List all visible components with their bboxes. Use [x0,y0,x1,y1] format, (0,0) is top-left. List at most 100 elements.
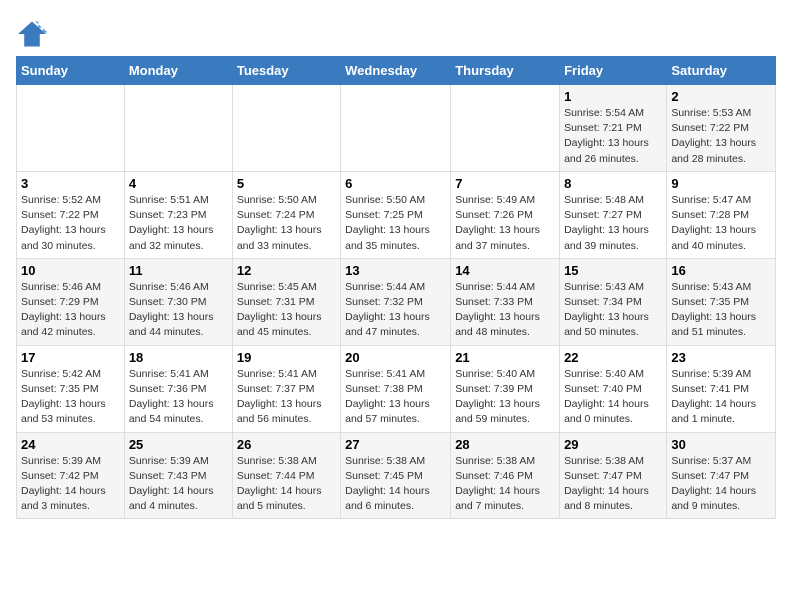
day-number: 24 [21,437,120,452]
calendar-cell: 22 Sunrise: 5:40 AM Sunset: 7:40 PM Dayli… [560,345,667,432]
calendar-week-4: 24Sunrise: 5:39 AM Sunset: 7:42 PM Dayli… [17,432,776,519]
day-info: Sunrise: 5:48 AM Sunset: 7:27 PM Dayligh… [564,193,662,254]
calendar-cell: 4 Sunrise: 5:51 AM Sunset: 7:23 PM Daylig… [124,171,232,258]
day-info: Sunrise: 5:52 AM Sunset: 7:22 PM Dayligh… [21,193,120,254]
day-info: Sunrise: 5:39 AM Sunset: 7:41 PM Dayligh… [671,367,771,428]
calendar-table: SundayMondayTuesdayWednesdayThursdayFrid… [16,56,776,519]
calendar-cell: 25 Sunrise: 5:39 AM Sunset: 7:43 PM Dayli… [124,432,232,519]
day-number: 3 [21,176,120,191]
day-info: Sunrise: 5:46 AM Sunset: 7:30 PM Dayligh… [129,280,228,341]
calendar-cell: 16 Sunrise: 5:43 AM Sunset: 7:35 PM Dayli… [667,258,776,345]
day-info: Sunrise: 5:38 AM Sunset: 7:47 PM Dayligh… [564,454,662,515]
day-info: Sunrise: 5:38 AM Sunset: 7:44 PM Dayligh… [237,454,336,515]
calendar-cell: 30 Sunrise: 5:37 AM Sunset: 7:47 PM Dayli… [667,432,776,519]
day-number: 23 [671,350,771,365]
day-info: Sunrise: 5:41 AM Sunset: 7:37 PM Dayligh… [237,367,336,428]
calendar-cell: 26 Sunrise: 5:38 AM Sunset: 7:44 PM Dayli… [232,432,340,519]
calendar-body: 1Sunrise: 5:54 AM Sunset: 7:21 PM Daylig… [17,85,776,519]
day-number: 19 [237,350,336,365]
day-info: Sunrise: 5:50 AM Sunset: 7:24 PM Dayligh… [237,193,336,254]
calendar-cell: 24Sunrise: 5:39 AM Sunset: 7:42 PM Dayli… [17,432,125,519]
day-number: 26 [237,437,336,452]
day-info: Sunrise: 5:46 AM Sunset: 7:29 PM Dayligh… [21,280,120,341]
calendar-cell: 17 Sunrise: 5:42 AM Sunset: 7:35 PM Dayli… [17,345,125,432]
calendar-cell: 13Sunrise: 5:44 AM Sunset: 7:32 PM Dayli… [341,258,451,345]
day-number: 30 [671,437,771,452]
day-number: 25 [129,437,228,452]
day-info: Sunrise: 5:41 AM Sunset: 7:36 PM Dayligh… [129,367,228,428]
day-info: Sunrise: 5:54 AM Sunset: 7:21 PM Dayligh… [564,106,662,167]
day-number: 20 [345,350,446,365]
day-number: 8 [564,176,662,191]
calendar-cell: 28 Sunrise: 5:38 AM Sunset: 7:46 PM Dayli… [451,432,560,519]
weekday-header-thursday: Thursday [451,57,560,85]
calendar-cell [17,85,125,172]
weekday-header-saturday: Saturday [667,57,776,85]
day-number: 14 [455,263,555,278]
calendar-cell: 15 Sunrise: 5:43 AM Sunset: 7:34 PM Dayli… [560,258,667,345]
calendar-cell: 10 Sunrise: 5:46 AM Sunset: 7:29 PM Dayli… [17,258,125,345]
day-number: 22 [564,350,662,365]
calendar-cell: 27 Sunrise: 5:38 AM Sunset: 7:45 PM Dayli… [341,432,451,519]
day-info: Sunrise: 5:37 AM Sunset: 7:47 PM Dayligh… [671,454,771,515]
day-number: 27 [345,437,446,452]
day-info: Sunrise: 5:38 AM Sunset: 7:45 PM Dayligh… [345,454,446,515]
calendar-week-3: 17 Sunrise: 5:42 AM Sunset: 7:35 PM Dayli… [17,345,776,432]
day-number: 28 [455,437,555,452]
day-number: 9 [671,176,771,191]
calendar-cell: 6 Sunrise: 5:50 AM Sunset: 7:25 PM Daylig… [341,171,451,258]
day-info: Sunrise: 5:43 AM Sunset: 7:34 PM Dayligh… [564,280,662,341]
calendar-cell [232,85,340,172]
day-info: Sunrise: 5:45 AM Sunset: 7:31 PM Dayligh… [237,280,336,341]
calendar-cell: 19 Sunrise: 5:41 AM Sunset: 7:37 PM Dayli… [232,345,340,432]
page-header [16,16,776,48]
day-number: 2 [671,89,771,104]
calendar-header: SundayMondayTuesdayWednesdayThursdayFrid… [17,57,776,85]
calendar-cell: 23 Sunrise: 5:39 AM Sunset: 7:41 PM Dayli… [667,345,776,432]
day-info: Sunrise: 5:49 AM Sunset: 7:26 PM Dayligh… [455,193,555,254]
day-info: Sunrise: 5:44 AM Sunset: 7:32 PM Dayligh… [345,280,446,341]
day-info: Sunrise: 5:40 AM Sunset: 7:40 PM Dayligh… [564,367,662,428]
calendar-week-0: 1Sunrise: 5:54 AM Sunset: 7:21 PM Daylig… [17,85,776,172]
day-number: 5 [237,176,336,191]
weekday-header-monday: Monday [124,57,232,85]
calendar-cell: 2 Sunrise: 5:53 AM Sunset: 7:22 PM Daylig… [667,85,776,172]
calendar-cell: 1Sunrise: 5:54 AM Sunset: 7:21 PM Daylig… [560,85,667,172]
day-number: 16 [671,263,771,278]
day-info: Sunrise: 5:51 AM Sunset: 7:23 PM Dayligh… [129,193,228,254]
calendar-cell [124,85,232,172]
calendar-week-1: 3 Sunrise: 5:52 AM Sunset: 7:22 PM Daylig… [17,171,776,258]
day-number: 7 [455,176,555,191]
calendar-cell: 20Sunrise: 5:41 AM Sunset: 7:38 PM Dayli… [341,345,451,432]
day-number: 17 [21,350,120,365]
day-info: Sunrise: 5:39 AM Sunset: 7:43 PM Dayligh… [129,454,228,515]
calendar-cell: 8 Sunrise: 5:48 AM Sunset: 7:27 PM Daylig… [560,171,667,258]
day-number: 6 [345,176,446,191]
calendar-cell [451,85,560,172]
calendar-cell: 7 Sunrise: 5:49 AM Sunset: 7:26 PM Daylig… [451,171,560,258]
day-info: Sunrise: 5:42 AM Sunset: 7:35 PM Dayligh… [21,367,120,428]
day-number: 4 [129,176,228,191]
day-number: 12 [237,263,336,278]
calendar-cell: 3 Sunrise: 5:52 AM Sunset: 7:22 PM Daylig… [17,171,125,258]
day-number: 15 [564,263,662,278]
day-number: 11 [129,263,228,278]
day-info: Sunrise: 5:47 AM Sunset: 7:28 PM Dayligh… [671,193,771,254]
day-info: Sunrise: 5:38 AM Sunset: 7:46 PM Dayligh… [455,454,555,515]
calendar-cell: 29 Sunrise: 5:38 AM Sunset: 7:47 PM Dayli… [560,432,667,519]
weekday-header-wednesday: Wednesday [341,57,451,85]
day-number: 10 [21,263,120,278]
calendar-cell: 12 Sunrise: 5:45 AM Sunset: 7:31 PM Dayli… [232,258,340,345]
day-info: Sunrise: 5:53 AM Sunset: 7:22 PM Dayligh… [671,106,771,167]
day-number: 29 [564,437,662,452]
weekday-header-tuesday: Tuesday [232,57,340,85]
day-number: 21 [455,350,555,365]
calendar-cell: 14 Sunrise: 5:44 AM Sunset: 7:33 PM Dayli… [451,258,560,345]
day-info: Sunrise: 5:43 AM Sunset: 7:35 PM Dayligh… [671,280,771,341]
calendar-week-2: 10 Sunrise: 5:46 AM Sunset: 7:29 PM Dayli… [17,258,776,345]
day-info: Sunrise: 5:50 AM Sunset: 7:25 PM Dayligh… [345,193,446,254]
day-number: 18 [129,350,228,365]
calendar-cell: 9 Sunrise: 5:47 AM Sunset: 7:28 PM Daylig… [667,171,776,258]
day-info: Sunrise: 5:44 AM Sunset: 7:33 PM Dayligh… [455,280,555,341]
weekday-header-row: SundayMondayTuesdayWednesdayThursdayFrid… [17,57,776,85]
